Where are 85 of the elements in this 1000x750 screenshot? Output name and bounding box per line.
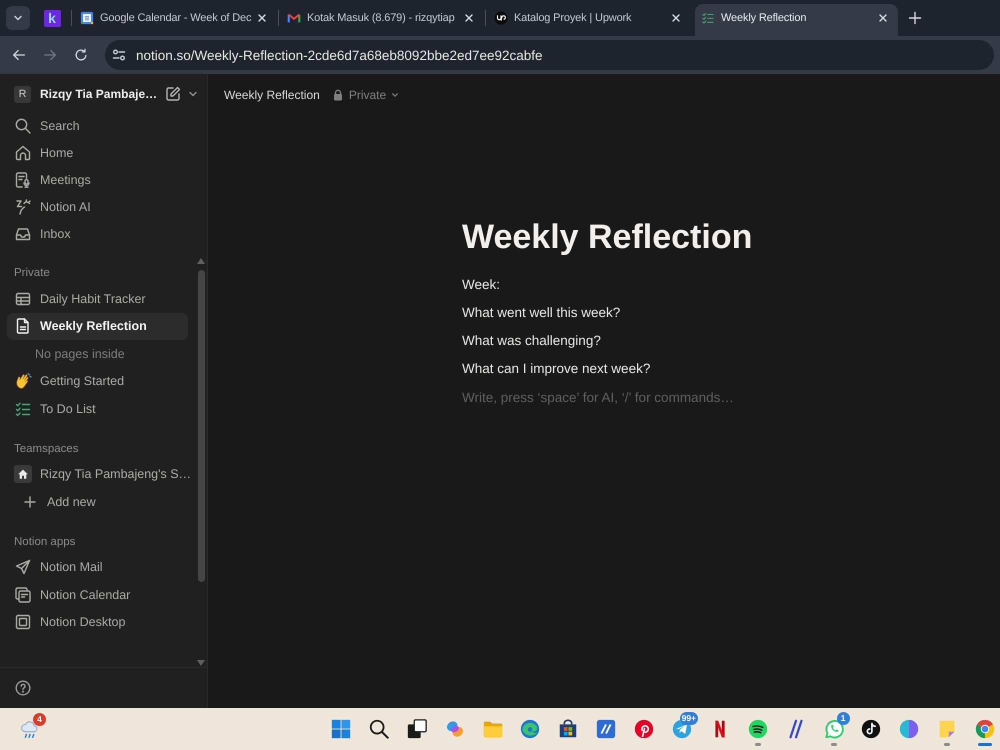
browser-tab[interactable]: Kotak Masuk (8.679) - rizqytiap (281, 4, 484, 36)
close-icon (464, 13, 474, 23)
overlapping-squares-icon (406, 718, 428, 740)
scrollbar-thumb[interactable] (198, 270, 204, 582)
paragraph-text: What can I improve next week? (462, 360, 650, 378)
checklist-icon (14, 400, 32, 418)
sidebar-item[interactable]: Notion AI (7, 193, 188, 220)
forward-arrow-icon (42, 47, 58, 63)
waving-hand-icon (14, 372, 32, 390)
reload-icon (73, 47, 89, 63)
close-icon (257, 13, 267, 23)
chevron-down-icon (13, 13, 23, 23)
sliders-icon (111, 47, 127, 63)
chevron-down-icon (188, 89, 198, 99)
sidebar-item[interactable]: Meetings (7, 166, 188, 193)
add-new-button[interactable]: Add new (7, 488, 188, 516)
sidebar-item[interactable]: Notion Mail (7, 554, 188, 581)
weather-button[interactable]: 4 (12, 711, 48, 747)
sidebar-item[interactable]: Notion Calendar (7, 581, 188, 608)
envelope-logo-icon (287, 11, 301, 25)
squiggle-icon (14, 198, 32, 216)
scroll-down-icon[interactable] (197, 660, 205, 666)
close-icon (878, 13, 888, 23)
taskbar-app-button[interactable]: 1 (820, 711, 848, 747)
paragraph-text: What was challenging? (462, 332, 601, 350)
home-icon (14, 144, 32, 162)
page-title: Weekly Reflection (462, 217, 752, 257)
sidebar-item[interactable]: Getting Started (7, 368, 188, 395)
help-icon (15, 680, 31, 696)
paragraph-text: Week: (462, 276, 500, 294)
arcs-circle-icon (746, 718, 769, 740)
document-mic-icon (14, 170, 32, 188)
four-squares-icon (330, 718, 352, 740)
browser-tab[interactable]: Katalog Proyek | Upwork (488, 4, 691, 36)
calendar-icon (14, 586, 32, 604)
search-icon (14, 116, 32, 134)
section-heading: Notion apps (14, 534, 76, 550)
circle-logo-icon (494, 11, 508, 25)
checklist-icon (701, 11, 715, 25)
address-bar[interactable]: notion.so/Weekly-Reflection-2cde6d7a68eb8092bbe2ed7ee92cabfe (105, 40, 994, 70)
sidebar-item[interactable]: Notion Desktop (7, 608, 188, 636)
empty-note: No pages inside (35, 346, 125, 361)
paragraph-text: What went well this week? (462, 304, 620, 322)
house-tile-icon (14, 465, 32, 484)
sidebar-item[interactable]: Daily Habit Tracker (7, 285, 188, 312)
plus-icon (24, 496, 36, 508)
split-circle-icon (898, 718, 920, 740)
slash-tile-icon (595, 718, 618, 740)
scroll-up-icon[interactable] (197, 258, 205, 264)
calendar-icon (80, 11, 94, 25)
taskbar-app-button[interactable]: 99+ (668, 711, 696, 747)
visibility-button[interactable]: Private (332, 88, 400, 102)
swirl-circle-icon (519, 718, 542, 740)
sidebar-item[interactable]: Inbox (7, 220, 188, 247)
notification-badge: 1 (836, 712, 850, 725)
breadcrumb-link[interactable]: Weekly Reflection (224, 88, 320, 102)
close-icon (671, 13, 681, 23)
notification-badge: 4 (33, 713, 46, 726)
workspace-avatar: R (14, 86, 31, 102)
sidebar-item[interactable]: Rizqy Tia Pambajeng's S… (7, 460, 188, 488)
lock-icon (332, 89, 344, 101)
back-arrow-icon (11, 47, 27, 63)
workspace-switcher[interactable]: R Rizqy Tia Pambaje… (7, 80, 163, 108)
pin-circle-icon (633, 718, 656, 740)
help-button[interactable] (15, 680, 31, 696)
empty-block-input[interactable]: Write, press ‘space’ for AI, ‘/’ for commands… (462, 383, 762, 411)
notification-badge: 99+ (680, 712, 698, 725)
shopping-bag-icon (557, 718, 580, 740)
browser-tab[interactable]: Weekly Reflection (695, 4, 898, 36)
music-note-icon (860, 718, 882, 740)
browser-tab[interactable]: Google Calendar - Week of Dec (74, 4, 277, 36)
segmented-circle-icon (974, 718, 996, 740)
pencil-square-icon (164, 85, 182, 103)
paper-plane-icon (14, 558, 32, 576)
sidebar-item[interactable]: Home (7, 139, 188, 166)
section-heading: Private (14, 266, 50, 281)
section-heading: Teamspaces (14, 442, 79, 456)
plus-icon (908, 11, 922, 25)
tab-search-button[interactable] (6, 6, 30, 30)
sidebar-item[interactable]: To Do List (7, 395, 188, 422)
sidebar-item[interactable]: Weekly Reflection (7, 312, 188, 340)
sidebar-item[interactable]: Search (7, 112, 188, 139)
search-icon (368, 718, 390, 740)
chevron-down-icon (391, 91, 400, 99)
square-logo-icon (14, 613, 32, 632)
